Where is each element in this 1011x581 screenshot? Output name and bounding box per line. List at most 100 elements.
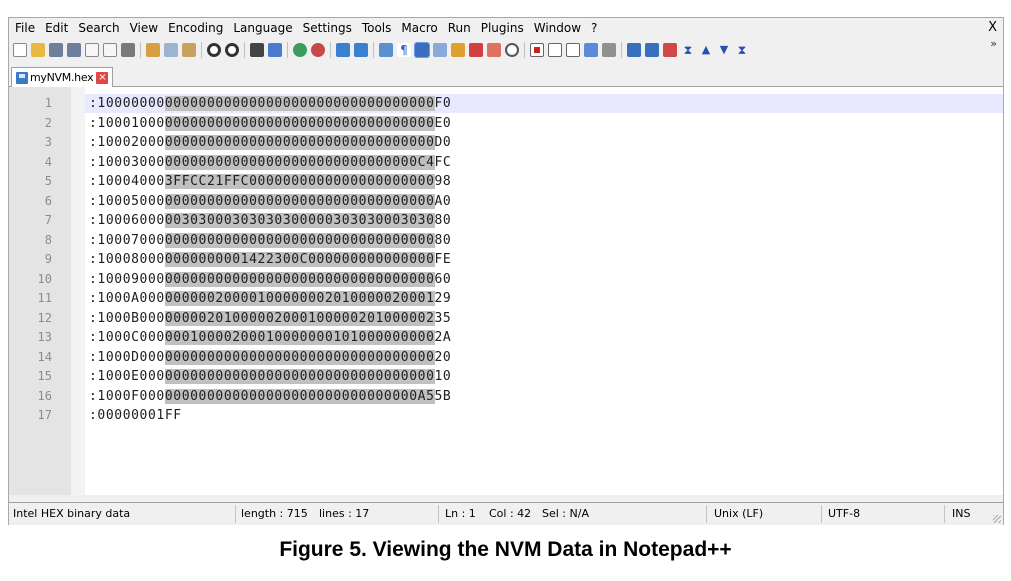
status-eol[interactable]: Unix (LF): [714, 503, 763, 525]
code-line[interactable]: 12:1000B00000000201000002000100000201000…: [9, 309, 1003, 329]
selected-text: 00000000000000000000000000000000: [164, 115, 435, 131]
monitoring-eye-icon[interactable]: [505, 43, 519, 57]
line-text-segment: :10006000: [89, 213, 165, 228]
code-line[interactable]: 13:1000C00000010000200010000000101000000…: [9, 328, 1003, 348]
line-text: :1000A0000000002000010000000201000002000…: [89, 289, 451, 309]
compare-next-icon[interactable]: [663, 43, 677, 57]
prev-diff-icon[interactable]: ▲: [699, 43, 713, 57]
selected-text: 3FFCC21FFC0000000000000000000000: [164, 174, 435, 189]
line-number: 16: [37, 388, 52, 403]
selected-text: 00010000200010000000101000000000: [164, 330, 435, 345]
find-icon[interactable]: [250, 43, 264, 57]
menu-file[interactable]: File: [9, 18, 40, 38]
line-number: 4: [44, 154, 52, 169]
code-line[interactable]: 15:1000E00000000000000000000000000000000…: [9, 367, 1003, 387]
code-line[interactable]: 11:1000A00000000020000100000002010000020…: [9, 289, 1003, 309]
menu-settings[interactable]: Settings: [298, 18, 357, 38]
indent-guide-icon[interactable]: [414, 42, 430, 58]
code-line[interactable]: 2:10001000000000000000000000000000000000…: [9, 114, 1003, 134]
line-number: 6: [44, 193, 52, 208]
replace-icon[interactable]: [268, 43, 282, 57]
code-line[interactable]: 14:1000D00000000000000000000000000000000…: [9, 348, 1003, 368]
menu-language[interactable]: Language: [228, 18, 297, 38]
line-text-segment: FC: [434, 154, 452, 170]
cut-icon[interactable]: [146, 43, 160, 57]
menu-tools[interactable]: Tools: [357, 18, 397, 38]
last-diff-icon[interactable]: ⧗: [735, 43, 749, 57]
line-number: 3: [44, 135, 52, 149]
menu-bar: File Edit Search View Encoding Language …: [9, 18, 1003, 38]
redo-icon[interactable]: [225, 43, 239, 57]
first-diff-icon[interactable]: ⧗: [681, 43, 695, 57]
status-lines: lines : 17: [319, 507, 370, 520]
word-wrap-icon[interactable]: [379, 43, 393, 57]
menu-window[interactable]: Window: [529, 18, 586, 38]
new-file-icon[interactable]: [13, 43, 27, 57]
sync-horizontal-icon[interactable]: [354, 43, 368, 57]
code-line[interactable]: 5:100040003FFCC21FFC00000000000000000000…: [9, 172, 1003, 192]
selected-text: 00000000000000000000000000000000: [164, 232, 435, 248]
user-language-icon[interactable]: [433, 43, 447, 57]
open-file-icon[interactable]: [31, 43, 45, 57]
play-macro-icon[interactable]: [566, 43, 580, 57]
tab-close-icon[interactable]: ×: [96, 71, 109, 84]
document-map-icon[interactable]: [451, 43, 465, 57]
show-all-characters-icon[interactable]: ¶: [397, 43, 411, 57]
code-line[interactable]: 6:10005000000000000000000000000000000000…: [9, 192, 1003, 212]
print-icon[interactable]: [121, 43, 135, 57]
menu-view[interactable]: View: [125, 18, 163, 38]
code-line[interactable]: 1:10000000000000000000000000000000000000…: [9, 94, 1003, 114]
hex-editor-icon[interactable]: [627, 43, 641, 57]
resize-grip[interactable]: [993, 515, 1001, 523]
menu-run[interactable]: Run: [443, 18, 476, 38]
editor-area[interactable]: 1:10000000000000000000000000000000000000…: [9, 87, 1003, 495]
code-line[interactable]: 8:10007000000000000000000000000000000000…: [9, 231, 1003, 251]
line-text: :100000000000000000000000000000000000000…: [89, 94, 451, 114]
run-macro-multiple-icon[interactable]: [584, 43, 598, 57]
menu-help[interactable]: ?: [586, 18, 602, 38]
status-length: length : 715: [241, 507, 308, 520]
code-line[interactable]: 7:10006000003030003030303000003030300030…: [9, 211, 1003, 231]
code-line[interactable]: 10:1000900000000000000000000000000000000…: [9, 270, 1003, 290]
line-text-segment: D0: [434, 135, 452, 150]
next-diff-icon[interactable]: ▼: [717, 43, 731, 57]
paste-icon[interactable]: [182, 43, 196, 57]
menu-encoding[interactable]: Encoding: [163, 18, 228, 38]
function-list-icon[interactable]: [469, 43, 483, 57]
code-line[interactable]: 3:10002000000000000000000000000000000000…: [9, 133, 1003, 153]
line-text-segment: :1000C000: [89, 330, 165, 345]
tab-mynvm-hex[interactable]: myNVM.hex ×: [11, 67, 114, 87]
zoom-out-icon[interactable]: [311, 43, 325, 57]
status-encoding[interactable]: UTF-8: [828, 503, 860, 525]
record-macro-icon[interactable]: [530, 43, 544, 57]
folder-workspace-icon[interactable]: [487, 43, 501, 57]
compare-icon[interactable]: [645, 43, 659, 57]
save-macro-icon[interactable]: [602, 43, 616, 57]
code-line[interactable]: 9:100080000000000001422300C0000000000000…: [9, 250, 1003, 270]
save-icon[interactable]: [49, 43, 63, 57]
line-text: :1000B0000000020100000200010000020100000…: [89, 309, 451, 329]
zoom-in-icon[interactable]: [293, 43, 307, 57]
line-text: :100080000000000001422300C00000000000000…: [89, 250, 451, 270]
menu-edit[interactable]: Edit: [40, 18, 73, 38]
selected-text: 00303000303030300000303030003030: [164, 213, 435, 228]
copy-icon[interactable]: [164, 43, 178, 57]
save-all-icon[interactable]: [67, 43, 81, 57]
code-line[interactable]: 4:10003000000000000000000000000000000000…: [9, 153, 1003, 173]
menu-plugins[interactable]: Plugins: [476, 18, 529, 38]
line-number: 5: [44, 174, 52, 188]
close-document-button[interactable]: X: [988, 20, 997, 35]
code-line[interactable]: 17:00000001FF: [9, 406, 1003, 426]
menu-macro[interactable]: Macro: [396, 18, 442, 38]
sync-vertical-icon[interactable]: [336, 43, 350, 57]
line-text-segment: :10003000: [89, 154, 165, 170]
undo-icon[interactable]: [207, 43, 221, 57]
line-text-segment: :10009000: [89, 271, 165, 287]
toolbar-separator: [524, 42, 525, 58]
code-line[interactable]: 16:1000F00000000000000000000000000000000…: [9, 387, 1003, 407]
close-file-icon[interactable]: [85, 43, 99, 57]
close-all-icon[interactable]: [103, 43, 117, 57]
stop-macro-icon[interactable]: [548, 43, 562, 57]
menu-search[interactable]: Search: [73, 18, 124, 38]
toolbar-overflow-chevron-icon[interactable]: »: [990, 37, 997, 50]
